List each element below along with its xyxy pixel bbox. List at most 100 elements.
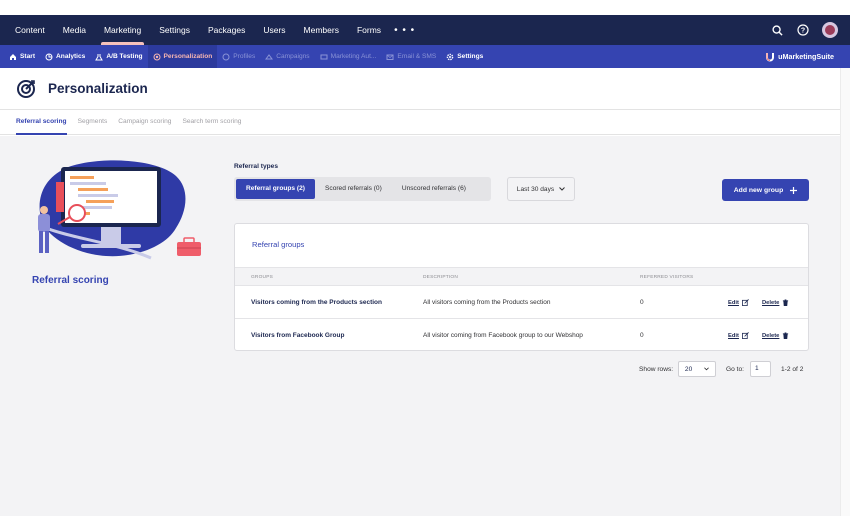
column-header-groups: GROUPS (251, 275, 273, 280)
column-header-description: DESCRIPTION (423, 275, 458, 280)
add-new-group-label: Add new group (733, 186, 784, 194)
bottom-strip (0, 516, 850, 530)
edit-button[interactable]: Edit (728, 331, 749, 340)
email-icon (386, 54, 394, 60)
gear-icon (446, 53, 454, 60)
subnav-item-start[interactable]: Start (4, 45, 40, 68)
user-avatar[interactable] (822, 22, 838, 38)
edit-icon (741, 332, 749, 339)
referral-types-toggle: Referral groups (2) Scored referrals (0)… (234, 177, 491, 201)
subnav-label: Analytics (56, 53, 86, 60)
table-header: GROUPS DESCRIPTION REFERRED VISITORS (235, 267, 808, 286)
page-title: Personalization (48, 81, 148, 96)
trash-icon (783, 299, 789, 306)
subnav-item-ab-testing[interactable]: A/B Testing (90, 45, 147, 68)
subnav-label: Start (20, 53, 36, 60)
subnav-label: Personalization (163, 53, 213, 60)
chevron-down-icon (559, 187, 566, 191)
subnav-item-analytics[interactable]: Analytics (40, 45, 90, 68)
tab-campaign-scoring[interactable]: Campaign scoring (118, 109, 171, 134)
group-description: All visitors coming from the Products se… (423, 299, 551, 306)
brand-logo: uMarketingSuite (765, 45, 834, 68)
brand-name: uMarketingSuite (778, 52, 834, 61)
rows-per-page-select[interactable]: 20 (678, 361, 716, 377)
add-new-group-button[interactable]: Add new group (722, 179, 809, 201)
topnav-item-media[interactable]: Media (58, 15, 91, 45)
more-sections-button[interactable]: • • • (394, 25, 415, 36)
automation-icon (320, 54, 328, 59)
help-icon[interactable]: ? (796, 23, 810, 37)
referral-types-label: Referral types (234, 163, 278, 170)
vertical-scrollbar[interactable] (840, 68, 850, 516)
top-navigation-bar: Content Media Marketing Settings Package… (0, 15, 850, 45)
tab-referral-scoring[interactable]: Referral scoring (16, 109, 67, 135)
home-icon (10, 53, 16, 60)
topnav-item-packages[interactable]: Packages (203, 15, 250, 45)
subnav-item-settings[interactable]: Settings (441, 45, 488, 68)
top-nav: Content Media Marketing Settings Package… (0, 15, 415, 45)
delete-button[interactable]: Delete (762, 331, 789, 340)
option-referral-groups[interactable]: Referral groups (2) (236, 179, 315, 199)
campaigns-icon (265, 53, 274, 59)
topnav-item-content[interactable]: Content (10, 15, 50, 45)
pagination-range: 1-2 of 2 (781, 365, 804, 373)
referral-scoring-illustration (38, 160, 201, 260)
referral-groups-card: Referral groups GROUPS DESCRIPTION REFER… (234, 223, 809, 351)
topnav-item-forms[interactable]: Forms (352, 15, 386, 45)
tab-search-term-scoring[interactable]: Search term scoring (182, 109, 241, 134)
rows-per-page-value: 20 (684, 365, 693, 373)
date-range-value: Last 30 days (516, 185, 555, 193)
table-row: Visitors from Facebook Group All visitor… (235, 319, 808, 352)
top-right-tools: ? (770, 15, 838, 45)
referred-visitors-count: 0 (640, 299, 644, 306)
subnav-label: Settings (457, 53, 484, 60)
table-row: Visitors coming from the Products sectio… (235, 286, 808, 319)
subnav-item-profiles[interactable]: Profiles (217, 45, 260, 68)
subnav-label: Profiles (233, 53, 256, 60)
analytics-icon (45, 53, 53, 60)
chevron-down-icon (704, 367, 709, 371)
subnav-label: A/B Testing (106, 53, 143, 60)
personalization-icon (17, 79, 35, 98)
card-title: Referral groups (252, 240, 305, 249)
group-description: All visitor coming from Facebook group t… (423, 332, 583, 339)
edit-label: Edit (728, 299, 739, 306)
referral-scoring-heading: Referral scoring (32, 275, 109, 286)
subnav-item-marketing-automation[interactable]: Marketing Aut... (315, 45, 382, 68)
flask-icon (95, 53, 104, 60)
referred-visitors-count: 0 (640, 332, 644, 339)
delete-label: Delete (762, 332, 780, 339)
target-icon (153, 53, 161, 60)
edit-label: Edit (728, 332, 739, 339)
subnav-item-email-sms[interactable]: Email & SMS (381, 45, 441, 68)
trash-icon (783, 332, 789, 339)
goto-page-input[interactable]: 1 (750, 361, 771, 377)
search-icon[interactable] (770, 23, 784, 37)
subnav-label: Campaigns (276, 53, 310, 60)
svg-text:?: ? (801, 27, 805, 34)
topnav-item-settings[interactable]: Settings (154, 15, 195, 45)
show-rows-label: Show rows: (639, 365, 674, 373)
delete-button[interactable]: Delete (762, 298, 789, 307)
option-scored-referrals[interactable]: Scored referrals (0) (315, 179, 392, 199)
delete-label: Delete (762, 299, 780, 306)
subnav-item-personalization[interactable]: Personalization (147, 45, 218, 68)
topnav-item-members[interactable]: Members (299, 15, 344, 45)
personalization-tabs: Referral scoring Segments Campaign scori… (0, 110, 840, 135)
group-name: Visitors from Facebook Group (251, 332, 345, 339)
topnav-item-users[interactable]: Users (258, 15, 290, 45)
tab-segments[interactable]: Segments (78, 109, 108, 134)
subnav-label: Marketing Aut... (330, 53, 377, 60)
page-header: Personalization (0, 68, 840, 110)
profiles-icon (222, 53, 230, 60)
topnav-item-marketing[interactable]: Marketing (99, 15, 146, 45)
subnav-item-campaigns[interactable]: Campaigns (260, 45, 314, 68)
column-header-referred-visitors: REFERRED VISITORS (640, 275, 694, 280)
edit-button[interactable]: Edit (728, 298, 749, 307)
marketing-sub-navigation: Start Analytics A/B Testing Personalizat… (0, 45, 850, 68)
edit-icon (741, 299, 749, 306)
date-range-dropdown[interactable]: Last 30 days (507, 177, 575, 201)
plus-icon (790, 186, 798, 194)
subnav: Start Analytics A/B Testing Personalizat… (0, 45, 488, 68)
option-unscored-referrals[interactable]: Unscored referrals (6) (392, 179, 476, 199)
